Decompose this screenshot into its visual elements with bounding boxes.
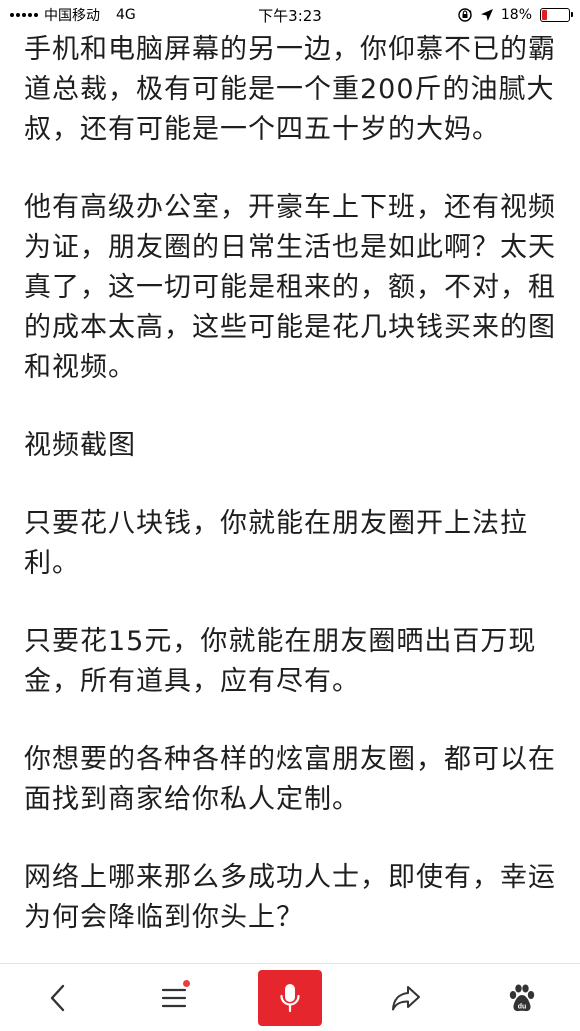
back-icon bbox=[50, 984, 65, 1011]
baidu-paw-icon: du bbox=[509, 984, 535, 1011]
image-caption: 视频截图 bbox=[24, 430, 136, 461]
menu-icon bbox=[161, 988, 187, 1007]
carrier-label: 中国移动 bbox=[44, 8, 100, 24]
article-paragraph: 他有高级办公室，开豪车上下班，还有视频 为证，朋友圈的日常生活也是如此啊？太天 … bbox=[24, 192, 556, 383]
bottom-toolbar: du bbox=[0, 963, 580, 1031]
share-button[interactable] bbox=[374, 970, 438, 1026]
svg-text:du: du bbox=[518, 1003, 527, 1010]
article-paragraph: 只要花15元，你就能在朋友圈晒出百万现 金，所有道具，应有尽有。 bbox=[24, 626, 537, 697]
menu-button[interactable] bbox=[142, 970, 206, 1026]
status-right: 18% bbox=[457, 7, 573, 23]
voice-search-button[interactable] bbox=[258, 969, 322, 1026]
article-paragraph: 你想要的各种各样的炫富朋友圈，都可以在 面找到商家给你私人定制。 bbox=[24, 744, 556, 815]
status-left: 中国移动 4G bbox=[10, 5, 136, 25]
orientation-lock-icon bbox=[457, 7, 473, 23]
share-icon bbox=[392, 985, 420, 1010]
battery-percent: 18% bbox=[500, 7, 532, 23]
battery-fill bbox=[542, 10, 547, 20]
article-paragraph: 手机和电脑屏幕的另一边，你仰慕不已的霸 道总裁，极有可能是一个重200斤的油腻大… bbox=[24, 34, 556, 145]
status-bar: 中国移动 4G 下午3:23 18% bbox=[0, 0, 580, 30]
article-paragraph: 只要花八块钱，你就能在朋友圈开上法拉 利。 bbox=[24, 508, 528, 579]
microphone-icon bbox=[280, 983, 300, 1012]
baidu-home-button[interactable]: du bbox=[490, 970, 554, 1026]
network-type-label: 4G bbox=[116, 7, 136, 23]
article-paragraph: 网络上哪来那么多成功人士，即使有，幸运 为何会降临到你头上？ bbox=[24, 862, 556, 933]
back-button[interactable] bbox=[26, 970, 90, 1026]
article-body: 手机和电脑屏幕的另一边，你仰慕不已的霸 道总裁，极有可能是一个重200斤的油腻大… bbox=[24, 30, 560, 962]
signal-strength-icon bbox=[10, 13, 38, 17]
battery-icon bbox=[540, 8, 573, 22]
notification-dot bbox=[183, 979, 190, 987]
location-arrow-icon bbox=[479, 7, 495, 23]
